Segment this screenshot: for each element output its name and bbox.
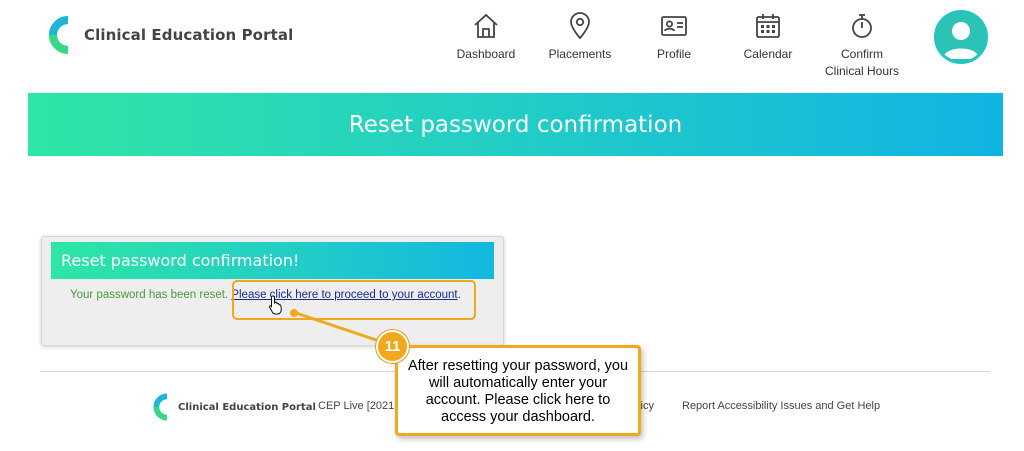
map-pin-icon: [570, 12, 590, 40]
stopwatch-icon: [852, 14, 872, 38]
footer-logo[interactable]: Clinical Education Portal: [150, 393, 316, 421]
callout-text: After resetting your password, you will …: [407, 358, 629, 425]
footer-app-name: Clinical Education Portal: [178, 401, 316, 413]
nav-placements[interactable]: Placements: [544, 12, 616, 63]
app-name: Clinical Education Portal: [84, 26, 294, 44]
footer-version: CEP Live [2021.(: [318, 400, 401, 412]
nav-profile-label: Profile: [656, 47, 691, 61]
nav-confirm-label: Confirm Clinical Hours: [824, 47, 900, 78]
footer-accessibility-link[interactable]: Report Accessibility Issues and Get Help: [682, 400, 880, 412]
tutorial-callout: After resetting your password, you will …: [395, 345, 641, 436]
step-number-badge: 11: [376, 330, 409, 363]
app-logo[interactable]: Clinical Education Portal: [44, 16, 293, 54]
nav-placements-label: Placements: [548, 47, 612, 61]
nav-calendar[interactable]: Calendar: [740, 12, 796, 63]
success-text: Your password has been reset.: [70, 289, 229, 301]
page-title: Reset password confirmation: [348, 111, 683, 138]
calendar-icon: [756, 14, 780, 38]
panel-title: Reset password confirmation!: [51, 242, 494, 279]
id-card-icon: [661, 16, 687, 36]
user-avatar-button[interactable]: [934, 10, 988, 64]
nav-dashboard-label: Dashboard: [456, 47, 516, 61]
hand-cursor-icon: [268, 295, 282, 315]
logo-mark-icon: [49, 16, 69, 54]
top-header: Clinical Education Portal Dashboard Plac…: [0, 0, 1024, 92]
nav-profile[interactable]: Profile: [650, 12, 698, 63]
home-icon: [474, 13, 498, 38]
nav-confirm-clinical-hours[interactable]: Confirm Clinical Hours: [820, 12, 904, 80]
footer-logo-mark-icon: [153, 393, 168, 421]
page-banner: Reset password confirmation: [28, 93, 1003, 156]
user-avatar-icon: [943, 22, 979, 59]
nav-calendar-label: Calendar: [743, 47, 793, 61]
nav-dashboard[interactable]: Dashboard: [454, 12, 518, 63]
